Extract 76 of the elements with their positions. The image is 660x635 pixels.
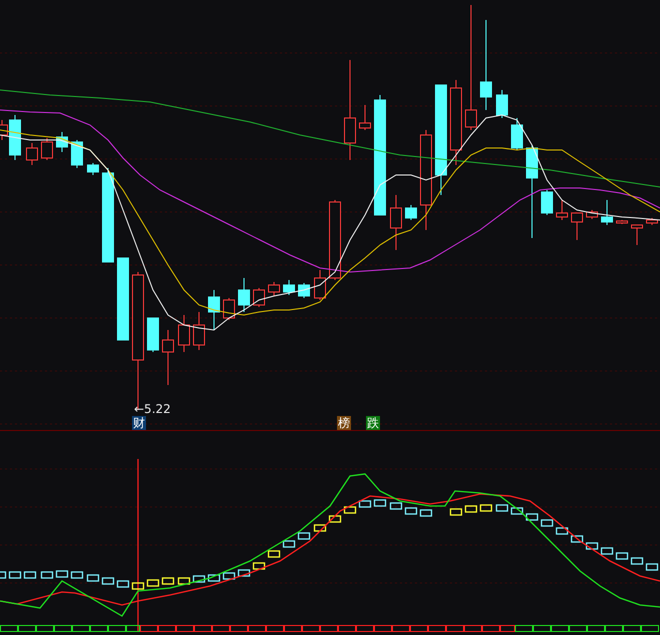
indicator-bar bbox=[496, 504, 508, 512]
candlestick bbox=[87, 162, 99, 176]
indicator-bar bbox=[70, 571, 84, 579]
indicator-bar bbox=[0, 571, 6, 579]
indicator-bar bbox=[298, 532, 310, 540]
indicator-bar bbox=[56, 570, 68, 578]
candlestick bbox=[359, 104, 371, 130]
candlestick bbox=[193, 312, 205, 350]
indicator-bar bbox=[102, 577, 114, 585]
indicator-bar bbox=[192, 575, 206, 583]
indicator-bar bbox=[314, 524, 326, 532]
indicator-bar bbox=[116, 580, 130, 588]
candlestick bbox=[298, 282, 310, 298]
candlestick bbox=[556, 200, 568, 220]
candlestick bbox=[268, 282, 280, 296]
candlestick bbox=[405, 204, 417, 220]
candlestick bbox=[26, 142, 38, 166]
candlestick bbox=[496, 90, 508, 118]
indicator-bar bbox=[390, 502, 402, 510]
indicator-bar bbox=[24, 571, 36, 579]
indicator-bar bbox=[328, 515, 342, 523]
indicator-bar bbox=[344, 506, 356, 514]
candlestick bbox=[71, 140, 83, 168]
indicator-bar bbox=[86, 574, 100, 582]
indicator-bar bbox=[600, 547, 614, 555]
indicator-bar bbox=[526, 513, 538, 521]
candlestick bbox=[541, 190, 553, 216]
indicator-bar bbox=[450, 508, 462, 516]
indicator-bar bbox=[252, 562, 266, 570]
event-tag: 跌 bbox=[366, 416, 380, 430]
indicator-bar bbox=[630, 557, 644, 565]
candlestick bbox=[390, 194, 402, 250]
indicator-bar bbox=[8, 571, 22, 579]
indicator-bar bbox=[178, 577, 190, 585]
indicator-bar bbox=[282, 540, 296, 548]
candlestick bbox=[314, 270, 326, 300]
indicator-bar bbox=[146, 579, 160, 587]
indicator-bar bbox=[238, 569, 250, 577]
candlestick bbox=[178, 314, 190, 352]
candlestick bbox=[283, 280, 295, 296]
indicator-bar bbox=[268, 550, 280, 558]
candlestick bbox=[41, 138, 53, 160]
indicator-bar bbox=[162, 577, 174, 585]
indicator-bar bbox=[374, 499, 386, 507]
indicator-bar bbox=[208, 574, 220, 582]
indicator-bar bbox=[646, 563, 658, 571]
candlestick bbox=[56, 132, 68, 152]
indicator-bar bbox=[480, 504, 492, 512]
indicator-bar bbox=[616, 552, 628, 560]
candlestick bbox=[147, 318, 159, 352]
low-price-label: ←5.22 bbox=[134, 402, 171, 416]
indicator-bar bbox=[556, 527, 568, 535]
indicator-bar bbox=[40, 571, 54, 579]
indicator-bar bbox=[222, 572, 236, 580]
candlestick bbox=[208, 290, 220, 330]
indicator-bar bbox=[464, 505, 478, 513]
candlestick bbox=[511, 118, 523, 150]
candlestick bbox=[253, 288, 265, 308]
candlestick bbox=[238, 278, 250, 312]
indicator-bar bbox=[420, 509, 432, 517]
indicator-bar bbox=[540, 519, 554, 527]
event-tag: 财 bbox=[132, 416, 146, 430]
candlestick bbox=[601, 200, 613, 226]
indicator-bar bbox=[132, 582, 144, 590]
candlestick bbox=[162, 330, 174, 386]
candlestick bbox=[586, 210, 598, 220]
event-tag: 榜 bbox=[337, 416, 351, 430]
candlestick bbox=[616, 220, 628, 224]
candlestick bbox=[571, 212, 583, 240]
indicator-bar bbox=[510, 507, 524, 515]
indicator-bar bbox=[570, 535, 584, 543]
candlestick bbox=[631, 224, 643, 246]
indicator-bar bbox=[358, 500, 372, 508]
indicator-bar bbox=[404, 507, 418, 515]
indicator-bar bbox=[586, 542, 598, 550]
candlestick bbox=[223, 298, 235, 320]
